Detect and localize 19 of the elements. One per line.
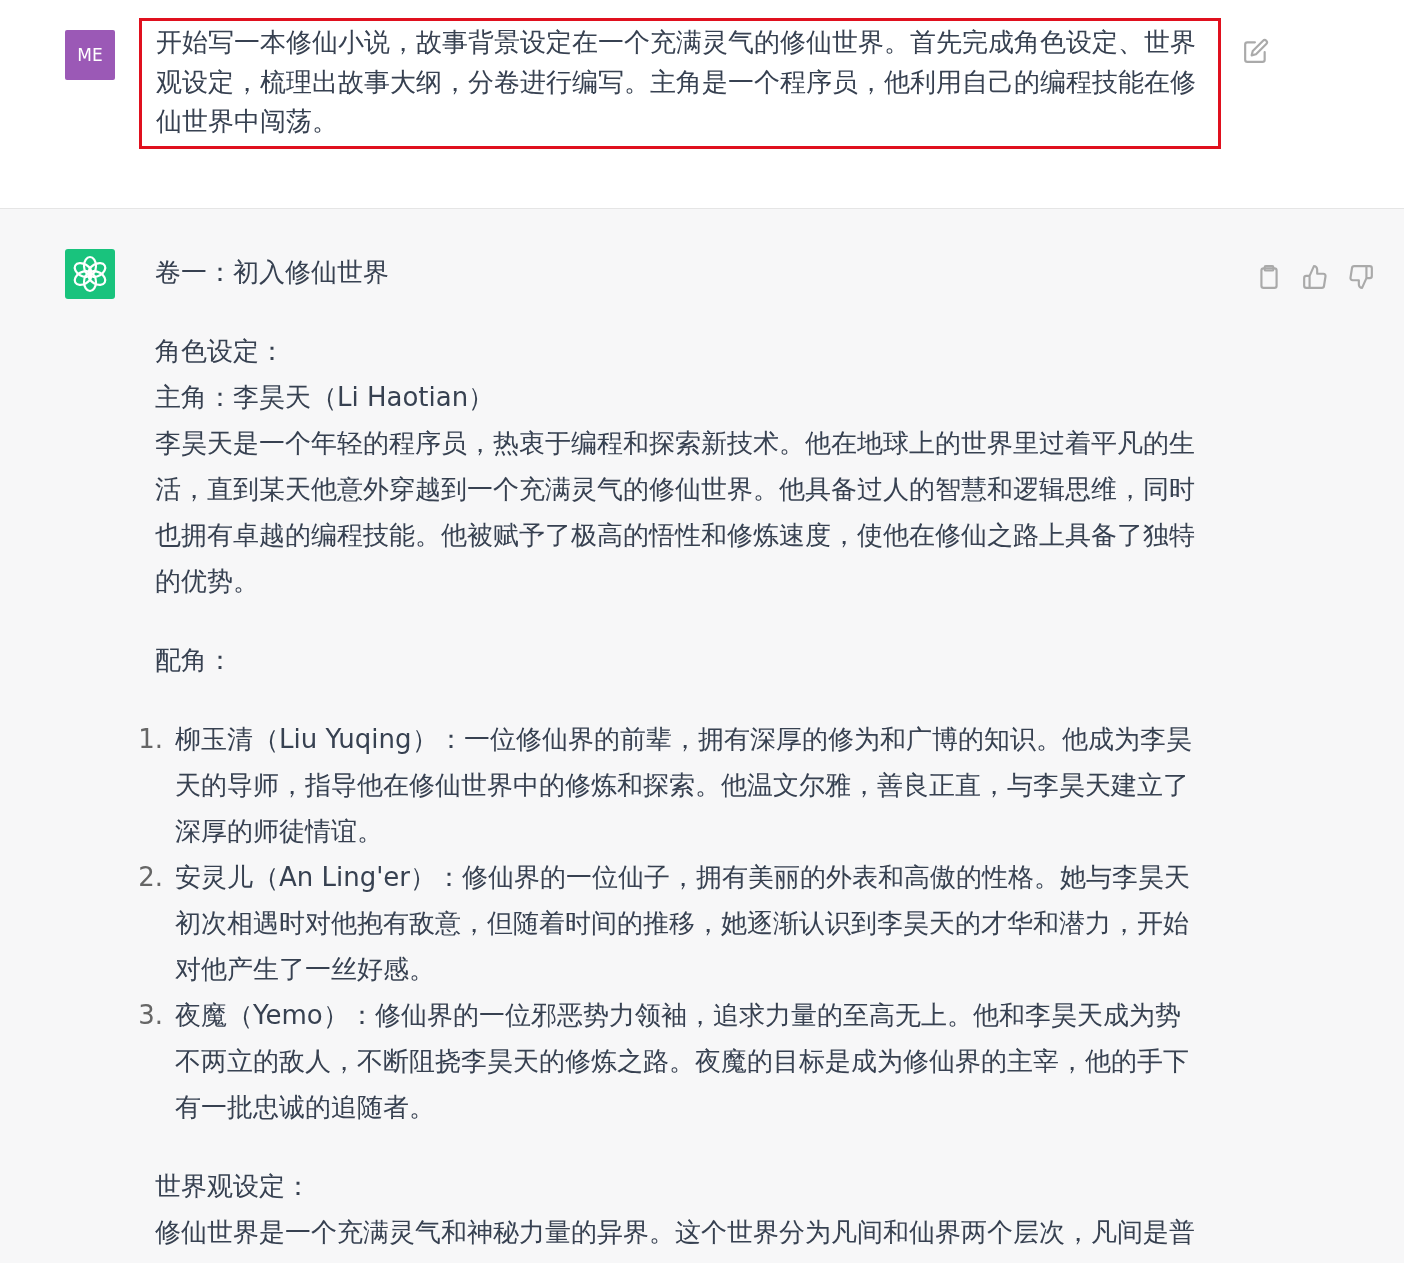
thumbs-down-icon[interactable] — [1348, 264, 1374, 290]
thumbs-up-icon[interactable] — [1302, 264, 1328, 290]
list-number: 3. — [137, 999, 163, 1032]
user-avatar: ME — [65, 30, 115, 80]
paragraph: 修仙世界是一个充满灵气和神秘力量的异界。这个世界分为凡间和仙界两个层次，凡间是普 — [155, 1216, 1196, 1249]
list-item-text: 安灵儿（An Ling'er）：修仙界的一位仙子，拥有美丽的外表和高傲的性格。她与李昊天初次相遇时对他抱有敌意，但随着时间的推移，她逐渐认识到李昊天的才华和潜力，开始对他产生了一丝好感。 — [175, 861, 1192, 986]
edit-icon[interactable] — [1243, 38, 1269, 64]
logo-icon — [65, 249, 115, 299]
paragraph: 李昊天是一个年轻的程序员，热衷于编程和探索新技术。他在地球上的世界里过着平凡的生活，直到某天他意外穿越到一个充满灵气的修仙世界。他具备过人的智慧和逻辑思维，同时也拥有卓越的编程技能。他被赋予了极高的悟性和修炼速度，使他在修仙之路上具备了独特的优势。 — [155, 427, 1196, 598]
paragraph: 配角： — [155, 644, 234, 677]
paragraph: 主角：李昊天（Li Haotian） — [155, 381, 496, 414]
paragraph: 角色设定： — [155, 335, 286, 368]
response-title: 卷一：初入修仙世界 — [155, 256, 390, 289]
user-message: 开始写一本修仙小说，故事背景设定在一个充满灵气的修仙世界。首先完成角色设定、世界观设定，梳理出故事大纲，分卷进行编写。主角是一个程序员，他利用自己的编程技能在修仙世界中闯荡。 — [139, 18, 1221, 149]
list-item-text: 柳玉清（Liu Yuqing）：一位修仙界的前辈，拥有深厚的修为和广博的知识。他成为李昊天的导师，指导他在修仙世界中的修炼和探索。他温文尔雅，善良正直，与李昊天建立了深厚的师徒情谊。 — [175, 723, 1193, 848]
list-number: 1. — [137, 723, 163, 756]
paragraph: 世界观设定： — [155, 1170, 312, 1203]
list-number: 2. — [137, 861, 163, 894]
list-item-text: 夜魔（Yemo）：修仙界的一位邪恶势力领袖，追求力量的至高无上。他和李昊天成为势不两立的敌人，不断阻挠李昊天的修炼之路。夜魔的目标是成为修仙界的主宰，他的手下有一批忠诚的追随者。 — [175, 999, 1190, 1124]
